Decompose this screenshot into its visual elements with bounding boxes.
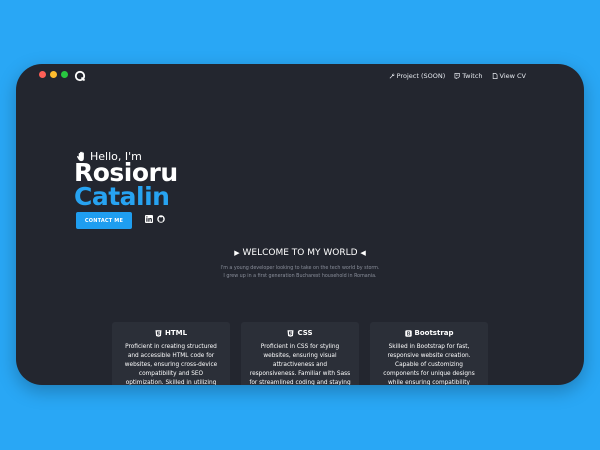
card-description: Skilled in Bootstrap for fast, responsiv… <box>383 344 475 385</box>
intro-line-1: I'm a young developer looking to take on… <box>220 266 380 271</box>
skill-card-css: CSS Proficient in CSS for styling websit… <box>241 322 359 385</box>
caret-left-icon: ◀ <box>360 249 366 257</box>
intro-text: I'm a young developer looking to take on… <box>16 265 584 281</box>
browser-window: Project (SOON) Twitch View CV Hello, I'm… <box>16 64 584 385</box>
welcome-title: WELCOME TO MY WORLD <box>242 248 358 258</box>
minimize-window-dot[interactable] <box>50 71 57 78</box>
card-description: Proficient in CSS for styling websites, … <box>249 344 351 385</box>
skill-card-bootstrap: Bootstrap Skilled in Bootstrap for fast,… <box>370 322 488 385</box>
welcome-heading: ▶ WELCOME TO MY WORLD ◀ <box>16 248 584 258</box>
top-nav: Project (SOON) Twitch View CV <box>389 72 526 80</box>
maximize-window-dot[interactable] <box>61 71 68 78</box>
nav-cv-link[interactable]: View CV <box>492 72 526 80</box>
card-title-text: Bootstrap <box>414 329 454 337</box>
nav-project-label: Project (SOON) <box>396 72 446 80</box>
nav-twitch-label: Twitch <box>462 72 483 80</box>
wrench-icon <box>389 73 395 79</box>
logo-icon[interactable] <box>74 70 86 82</box>
caret-right-icon: ▶ <box>234 249 240 257</box>
intro-line-2: I grew up in a first generation Buchares… <box>223 274 377 280</box>
nav-cv-label: View CV <box>499 72 526 80</box>
card-title: CSS <box>241 329 359 337</box>
last-name: Catalin <box>74 182 170 211</box>
card-title-text: HTML <box>164 329 188 337</box>
card-title: Bootstrap <box>370 329 488 337</box>
card-description: Proficient in creating structured and ac… <box>124 344 218 385</box>
card-title: HTML <box>112 329 230 337</box>
social-links <box>145 215 165 223</box>
css3-icon <box>287 329 294 337</box>
github-icon[interactable] <box>157 215 165 223</box>
close-window-dot[interactable] <box>39 71 46 78</box>
html5-icon <box>155 329 162 337</box>
document-icon <box>492 73 497 79</box>
nav-twitch-link[interactable]: Twitch <box>454 72 483 80</box>
contact-me-button[interactable]: CONTACT ME <box>76 212 132 229</box>
nav-project-link[interactable]: Project (SOON) <box>389 72 446 80</box>
bootstrap-icon <box>404 329 412 337</box>
skill-card-html: HTML Proficient in creating structured a… <box>112 322 230 385</box>
card-title-text: CSS <box>297 329 313 337</box>
linkedin-icon[interactable] <box>145 215 153 223</box>
twitch-icon <box>454 73 460 79</box>
